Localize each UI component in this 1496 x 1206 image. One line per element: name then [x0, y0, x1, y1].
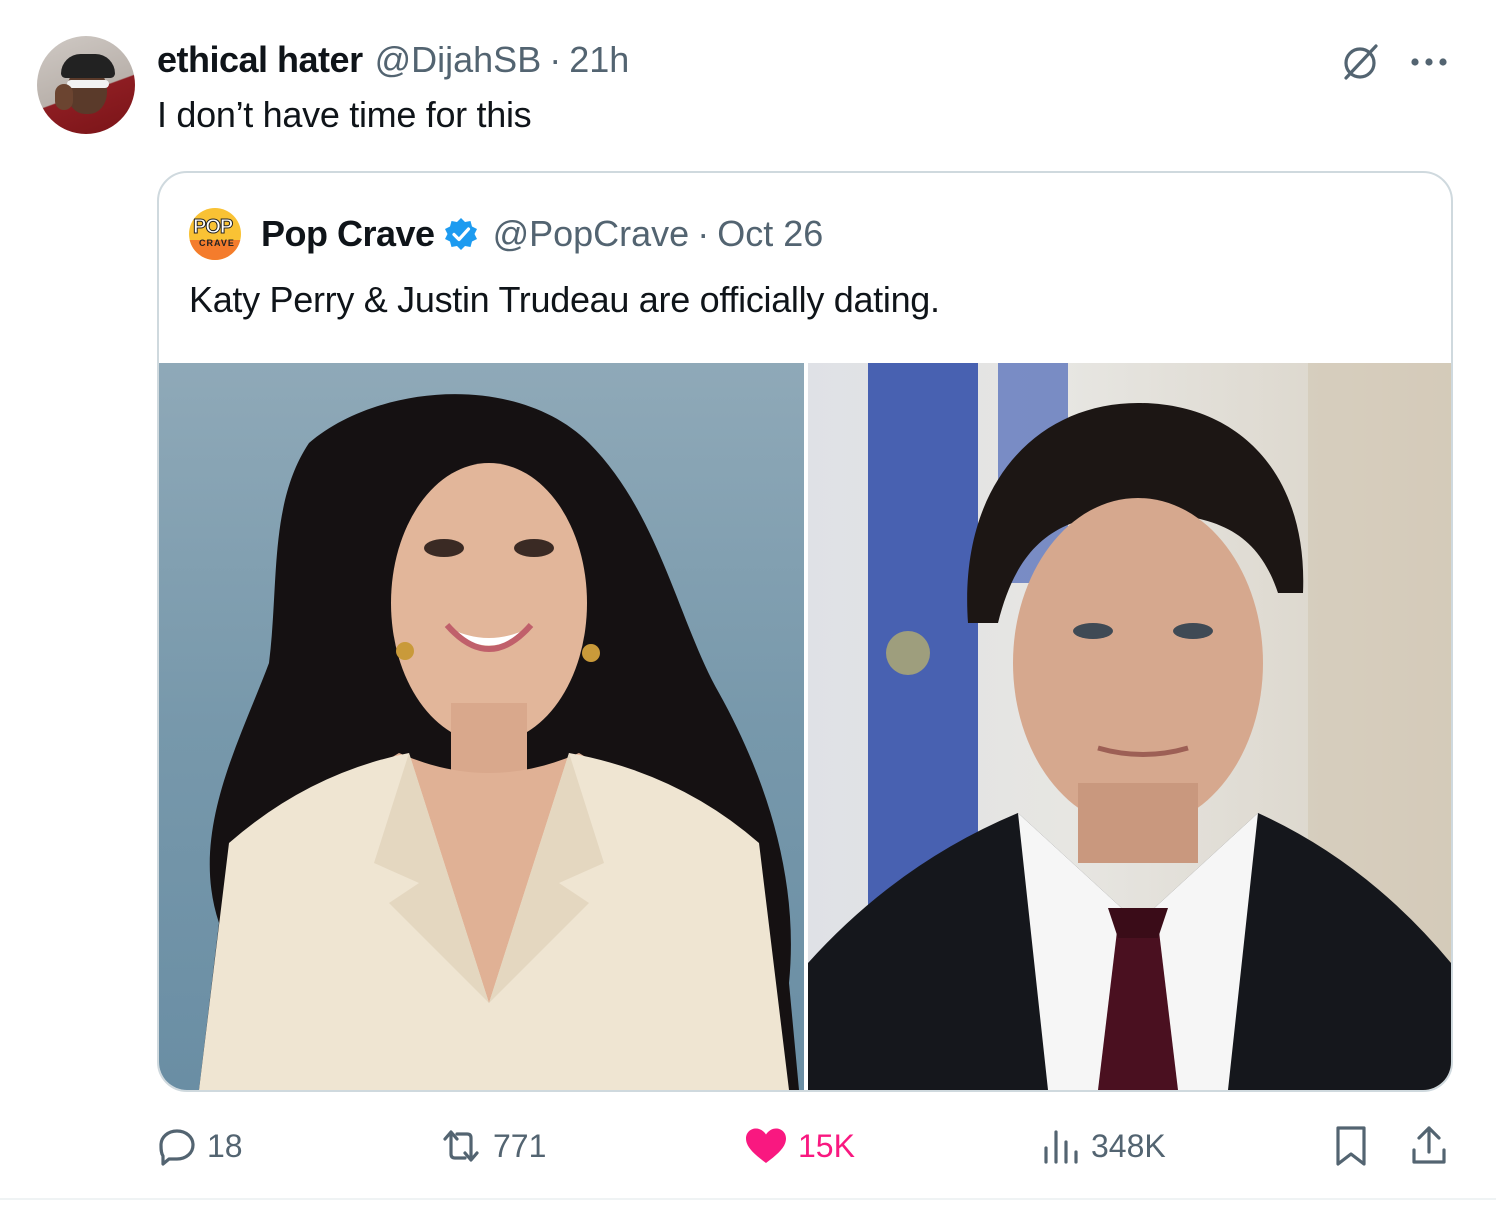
separator-dot: · — [549, 39, 562, 80]
repost-icon — [443, 1130, 479, 1162]
quoted-author-handle[interactable]: @PopCrave — [493, 213, 690, 255]
like-count: 15K — [798, 1127, 855, 1164]
photo-katy-perry[interactable] — [159, 363, 804, 1090]
quoted-tweet-header: POP CRAVE Pop Crave @PopCrave · Oct 26 — [189, 208, 823, 260]
share-icon — [1412, 1126, 1446, 1164]
quoted-author-name[interactable]: Pop Crave — [261, 213, 435, 255]
reply-count: 18 — [207, 1127, 243, 1164]
views-count: 348K — [1091, 1127, 1166, 1164]
reply-button[interactable]: 18 — [157, 1118, 243, 1174]
tweet-actions: 18 771 15K 348K — [157, 1118, 1449, 1174]
logo-pop-text: POP — [192, 216, 233, 239]
quoted-media[interactable] — [159, 363, 1451, 1090]
repost-count: 771 — [493, 1127, 547, 1164]
tweet-divider — [0, 1198, 1496, 1200]
photo-justin-trudeau[interactable] — [808, 363, 1451, 1090]
pop-crave-logo[interactable]: POP CRAVE — [189, 208, 241, 260]
logo-crave-text: CRAVE — [199, 238, 235, 248]
avatar-glasses — [67, 80, 109, 88]
avatar[interactable] — [37, 36, 135, 134]
views-button[interactable]: 348K — [1041, 1118, 1166, 1174]
share-button[interactable] — [1409, 1118, 1449, 1174]
bookmark-icon — [1336, 1126, 1366, 1166]
quoted-tweet-text: Katy Perry & Justin Trudeau are official… — [189, 279, 940, 320]
reply-icon — [159, 1129, 195, 1166]
avatar-hand — [55, 84, 73, 110]
quoted-date[interactable]: Oct 26 — [717, 213, 823, 255]
bookmark-button[interactable] — [1331, 1118, 1371, 1174]
tweet-time[interactable]: 21h — [569, 39, 629, 81]
like-button[interactable]: 15K — [744, 1118, 855, 1174]
tweet[interactable]: ethical hater @DijahSB · 21h I don’t hav… — [0, 0, 1496, 1206]
quoted-tweet[interactable]: POP CRAVE Pop Crave @PopCrave · Oct 26 K… — [157, 171, 1453, 1092]
author-name[interactable]: ethical hater — [157, 39, 363, 81]
more-icon[interactable] — [1406, 40, 1452, 84]
avatar-hat — [61, 54, 115, 78]
verified-badge-icon — [443, 216, 479, 252]
grok-icon[interactable] — [1336, 40, 1384, 84]
author-handle[interactable]: @DijahSB — [375, 39, 542, 81]
views-icon — [1044, 1130, 1078, 1164]
tweet-header: ethical hater @DijahSB · 21h — [157, 38, 629, 82]
tweet-text: I don’t have time for this — [157, 94, 532, 135]
quoted-separator-dot: · — [697, 213, 710, 254]
repost-button[interactable]: 771 — [439, 1118, 546, 1174]
heart-icon — [746, 1128, 786, 1163]
